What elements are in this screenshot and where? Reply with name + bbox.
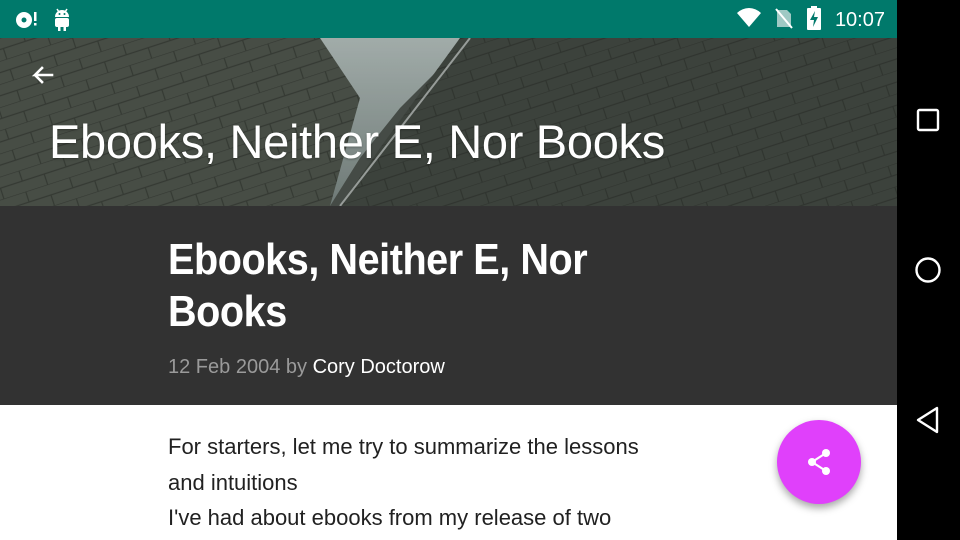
- article-title: Ebooks, Neither E, Nor Books: [168, 235, 588, 336]
- android-notification-icon: [52, 7, 72, 36]
- clock-text: 10:07: [834, 9, 885, 31]
- back-triangle-icon: [916, 406, 939, 434]
- recents-square-icon: [916, 108, 940, 132]
- article-date: 12 Feb 2004: [168, 356, 281, 378]
- arrow-back-icon: [31, 66, 54, 84]
- article-header: Ebooks, Neither E, Nor Books 12 Feb 2004…: [0, 206, 897, 405]
- wifi-icon: [736, 8, 761, 33]
- body-line: and intuitions: [168, 469, 298, 495]
- share-fab-button[interactable]: [777, 420, 861, 504]
- article-author[interactable]: Cory Doctorow: [313, 356, 445, 378]
- back-button[interactable]: [911, 403, 945, 437]
- article-body: For starters, let me try to summarize th…: [168, 429, 708, 536]
- status-bar: 10:07: [0, 0, 897, 38]
- share-icon: [808, 449, 830, 475]
- toolbar-title: Ebooks, Neither E, Nor Books: [49, 115, 665, 168]
- body-line: For starters, let me try to summarize th…: [168, 434, 639, 459]
- recents-button[interactable]: [911, 103, 945, 137]
- back-arrow-button[interactable]: [26, 60, 58, 92]
- system-nav-bar: [897, 0, 960, 540]
- home-circle-icon: [915, 257, 941, 283]
- no-sim-icon: [775, 7, 793, 34]
- home-button[interactable]: [911, 253, 945, 287]
- body-line: I've had about ebooks from my release of…: [168, 505, 612, 530]
- record-notification-icon: [14, 8, 38, 35]
- collapsing-toolbar-image: Ebooks, Neither E, Nor Books: [0, 38, 897, 206]
- by-label: by: [285, 356, 308, 378]
- article-meta: 12 Feb 2004 by Cory Doctorow: [168, 356, 445, 379]
- battery-charging-icon: [806, 6, 821, 35]
- app-screen: 10:07 Ebooks, Neither E, Nor Books Ebook…: [0, 0, 897, 540]
